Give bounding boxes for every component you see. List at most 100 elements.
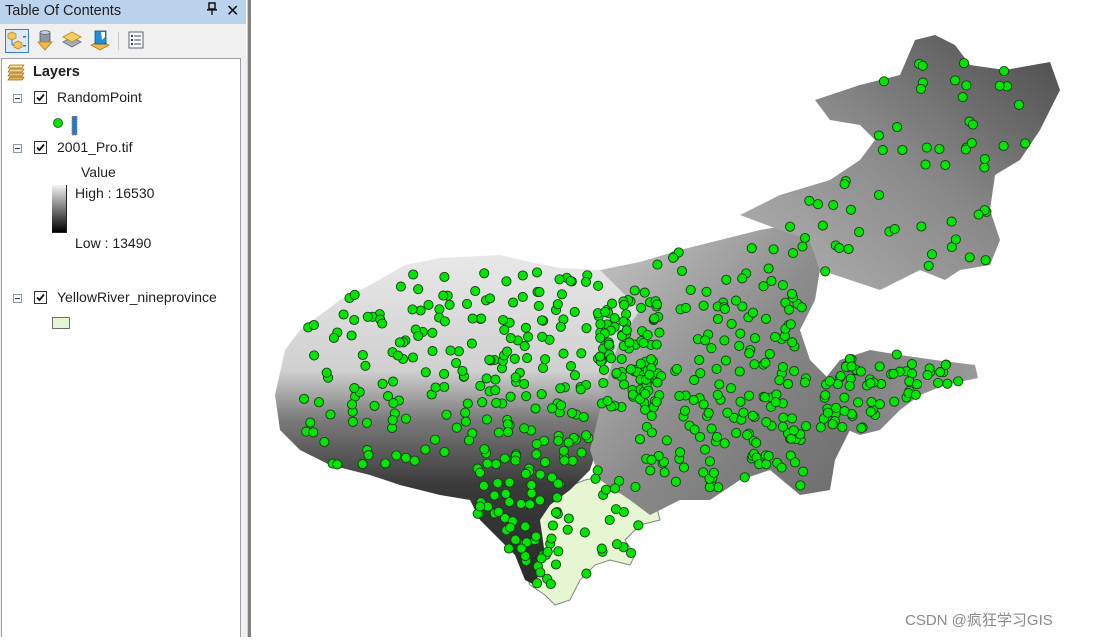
random-point <box>552 492 563 503</box>
random-point <box>516 543 527 554</box>
layer-name-randompoint[interactable]: RandomPoint <box>57 89 142 105</box>
random-point <box>891 349 902 360</box>
random-point <box>739 472 750 483</box>
random-point <box>357 459 368 470</box>
random-point <box>704 482 715 493</box>
random-point <box>474 501 486 512</box>
random-point <box>502 426 514 438</box>
list-by-drawing-order-button[interactable] <box>5 29 29 53</box>
random-point <box>633 520 644 531</box>
selection-icon <box>90 30 110 51</box>
random-point <box>439 381 450 393</box>
random-point <box>562 524 573 535</box>
layer-expander-yellowriver[interactable] <box>13 294 22 303</box>
layer-name-yellowriver[interactable]: YellowRiver_nineprovince <box>57 289 217 305</box>
random-point <box>827 419 838 430</box>
random-point <box>470 286 481 297</box>
random-point <box>629 285 640 296</box>
random-point <box>510 534 521 545</box>
random-point <box>606 353 617 364</box>
random-point <box>319 436 330 448</box>
random-point <box>531 267 543 278</box>
random-point <box>694 354 705 366</box>
random-point <box>517 270 528 281</box>
close-icon[interactable]: ✕ <box>226 1 239 20</box>
random-point <box>328 332 339 343</box>
random-point <box>719 335 730 346</box>
map-canvas[interactable] <box>251 0 1102 637</box>
random-point <box>699 444 711 455</box>
options-button[interactable] <box>125 29 149 53</box>
random-point <box>490 459 502 470</box>
random-point <box>515 498 527 510</box>
random-point <box>427 346 438 357</box>
random-point <box>439 368 450 379</box>
random-point <box>676 265 688 277</box>
layer-expander-raster[interactable] <box>13 144 22 153</box>
random-point <box>980 255 991 266</box>
random-point <box>652 299 663 310</box>
random-point <box>534 286 545 298</box>
random-point <box>394 337 405 348</box>
random-point <box>1013 99 1025 110</box>
random-point <box>461 298 473 309</box>
random-point <box>999 66 1010 77</box>
random-point <box>434 304 445 315</box>
random-point <box>828 200 839 211</box>
random-point <box>388 376 399 387</box>
random-point <box>559 455 570 466</box>
random-point <box>822 407 833 418</box>
random-point <box>550 559 562 570</box>
random-point <box>820 266 831 277</box>
list-by-selection-button[interactable] <box>89 29 113 53</box>
random-point <box>308 319 319 331</box>
random-point <box>363 450 374 461</box>
random-point <box>533 300 544 311</box>
random-point <box>652 377 663 388</box>
random-point <box>645 465 656 476</box>
random-point <box>788 425 799 436</box>
random-point <box>737 273 748 284</box>
random-point <box>493 427 504 438</box>
random-point <box>505 333 516 344</box>
random-point <box>646 454 657 465</box>
random-point <box>917 60 928 71</box>
layer-checkbox-raster[interactable] <box>34 141 47 154</box>
random-point <box>360 360 371 371</box>
list-by-visibility-button[interactable] <box>61 29 85 53</box>
random-point <box>649 313 660 324</box>
random-point <box>646 354 657 365</box>
random-point <box>777 280 788 291</box>
random-point <box>957 92 968 103</box>
random-point <box>438 290 449 301</box>
random-point <box>536 553 547 564</box>
random-point <box>646 410 657 421</box>
layer-checkbox-yellowriver[interactable] <box>34 291 47 304</box>
pin-icon[interactable] <box>206 1 218 21</box>
random-point <box>569 306 580 317</box>
random-point <box>477 397 488 408</box>
random-point <box>475 380 486 391</box>
layer-expander-randompoint[interactable] <box>13 94 22 103</box>
random-point <box>820 390 831 401</box>
random-point <box>946 216 957 227</box>
layer-name-raster[interactable]: 2001_Pro.tif <box>57 139 133 155</box>
random-point <box>712 313 723 325</box>
random-point <box>388 398 399 409</box>
random-point <box>785 319 796 330</box>
random-point <box>797 241 808 252</box>
random-point <box>916 221 927 232</box>
list-by-source-button[interactable] <box>34 29 58 53</box>
random-point <box>479 268 490 279</box>
random-point <box>430 382 441 393</box>
random-point <box>509 353 520 364</box>
random-point <box>689 375 700 386</box>
layer-checkbox-randompoint[interactable] <box>34 91 47 104</box>
random-point <box>563 513 574 524</box>
random-point <box>678 462 690 473</box>
map-display[interactable] <box>251 0 1102 637</box>
random-point <box>598 377 609 389</box>
random-point <box>889 396 900 407</box>
toc-title-bar[interactable]: Table Of Contents ✕ <box>0 0 246 24</box>
random-point <box>466 338 477 349</box>
